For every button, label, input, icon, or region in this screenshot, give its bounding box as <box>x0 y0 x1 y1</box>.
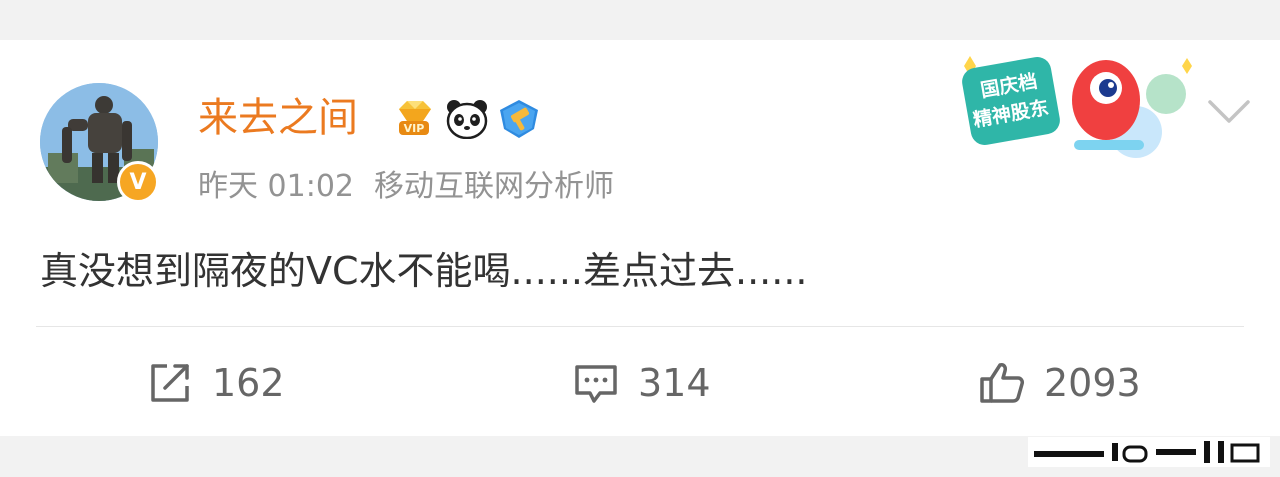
chevron-down-icon[interactable] <box>1206 96 1252 126</box>
share-count: 162 <box>212 361 285 405</box>
username[interactable]: 来去之间 <box>198 92 358 144</box>
panda-icon[interactable] <box>444 97 490 141</box>
like-button[interactable]: 2093 <box>978 355 1141 411</box>
vip-diamond-icon[interactable]: VIP <box>392 97 438 141</box>
share-button[interactable]: 162 <box>146 355 285 411</box>
hammer-shield-icon[interactable] <box>496 97 542 141</box>
promo-banner[interactable]: 国庆档 精神股东 <box>956 48 1201 160</box>
share-icon <box>146 359 194 407</box>
comment-button[interactable]: 314 <box>572 355 711 411</box>
like-count: 2093 <box>1044 361 1141 405</box>
watermark-graphic <box>1028 437 1270 467</box>
comment-count: 314 <box>638 361 711 405</box>
verified-badge-icon: V <box>117 161 159 203</box>
thumbs-up-icon <box>978 359 1026 407</box>
post-meta: 昨天 01:02 移动互联网分析师 <box>198 167 614 207</box>
post-content: 真没想到隔夜的VC水不能喝......差点过去...... <box>40 249 808 293</box>
divider <box>36 326 1244 327</box>
feed-gap-top <box>0 0 1280 40</box>
user-badges: VIP <box>392 97 542 141</box>
post-source: 移动互联网分析师 <box>374 169 614 204</box>
comment-icon <box>572 359 620 407</box>
svg-text:VIP: VIP <box>404 122 425 135</box>
post-time[interactable]: 昨天 01:02 <box>198 169 354 204</box>
